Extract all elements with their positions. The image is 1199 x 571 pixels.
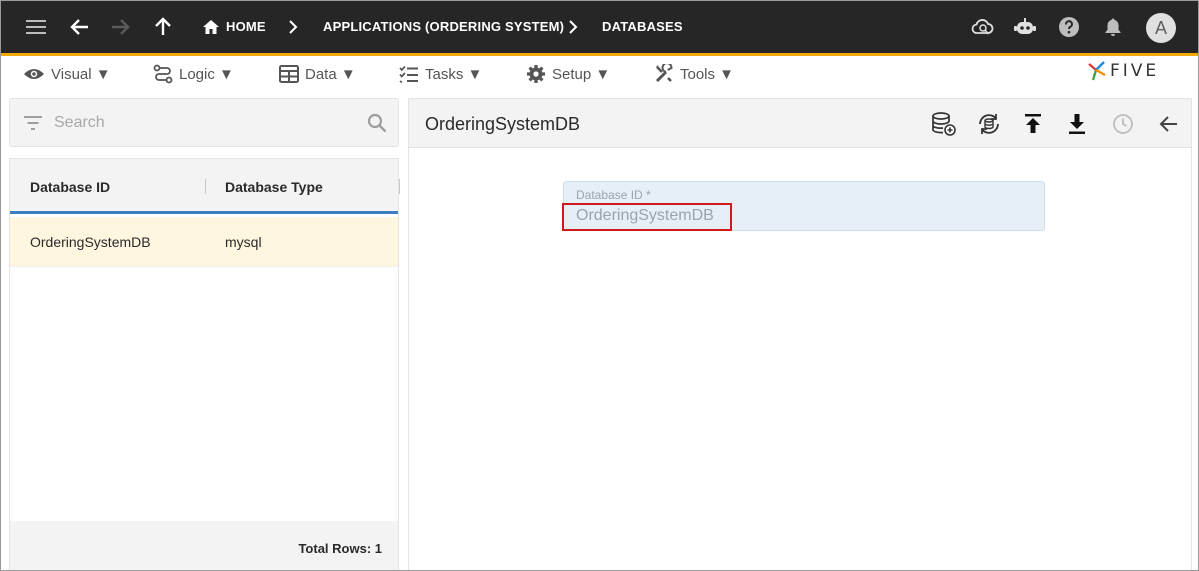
table-icon bbox=[279, 65, 299, 83]
history-clock-icon bbox=[1110, 111, 1136, 137]
breadcrumb-chevron-icon bbox=[559, 13, 587, 41]
menu-logic[interactable]: Logic ▼ bbox=[153, 63, 234, 85]
forward-arrow-icon bbox=[106, 13, 134, 41]
menu-tasks[interactable]: Tasks ▼ bbox=[399, 63, 482, 85]
upload-icon[interactable] bbox=[1020, 111, 1046, 137]
close-back-arrow-icon[interactable] bbox=[1156, 111, 1182, 137]
user-avatar[interactable]: A bbox=[1146, 13, 1176, 43]
menu-bar: Visual ▼ Logic ▼ Data ▼ Tasks ▼ Setup ▼ … bbox=[1, 56, 1198, 92]
database-list: Database ID Database Type OrderingSystem… bbox=[9, 158, 400, 570]
database-add-icon[interactable] bbox=[931, 111, 957, 137]
column-separator bbox=[205, 179, 206, 194]
cell-database-type: mysql bbox=[225, 234, 262, 250]
detail-panel: OrderingSystemDB Database ID * OrderingS… bbox=[408, 98, 1192, 570]
list-header: Database ID Database Type bbox=[10, 159, 400, 214]
database-id-value[interactable]: OrderingSystemDB bbox=[562, 203, 732, 231]
column-header-database-type[interactable]: Database Type bbox=[225, 179, 323, 195]
logo-text: FIVE bbox=[1110, 61, 1160, 81]
top-bar: HOME APPLICATIONS (ORDERING SYSTEM) DATA… bbox=[1, 1, 1198, 53]
menu-data-label: Data ▼ bbox=[305, 65, 356, 83]
checklist-icon bbox=[399, 65, 418, 83]
menu-logic-label: Logic ▼ bbox=[179, 65, 234, 83]
database-id-field[interactable]: Database ID * OrderingSystemDB bbox=[562, 181, 1045, 231]
filter-icon[interactable] bbox=[23, 115, 43, 131]
robot-assistant-icon[interactable] bbox=[1011, 13, 1039, 41]
breadcrumb-home[interactable]: HOME bbox=[226, 19, 266, 34]
download-icon[interactable] bbox=[1064, 111, 1090, 137]
search-placeholder: Search bbox=[54, 114, 105, 131]
column-header-database-id[interactable]: Database ID bbox=[30, 179, 110, 195]
help-icon[interactable] bbox=[1055, 13, 1083, 41]
search-box[interactable]: Search bbox=[9, 98, 399, 147]
database-id-label: Database ID * bbox=[576, 188, 651, 202]
tools-icon bbox=[655, 64, 673, 83]
back-arrow-icon[interactable] bbox=[66, 13, 94, 41]
menu-setup[interactable]: Setup ▼ bbox=[526, 63, 610, 85]
notifications-bell-icon[interactable] bbox=[1099, 13, 1127, 41]
menu-tools[interactable]: Tools ▼ bbox=[654, 63, 734, 85]
search-icon[interactable] bbox=[367, 113, 387, 133]
app-window: HOME APPLICATIONS (ORDERING SYSTEM) DATA… bbox=[0, 0, 1199, 571]
up-arrow-icon[interactable] bbox=[149, 13, 177, 41]
five-logo: FIVE bbox=[1087, 60, 1159, 82]
menu-data[interactable]: Data ▼ bbox=[279, 63, 356, 85]
home-icon[interactable] bbox=[197, 13, 225, 41]
breadcrumb-chevron-icon bbox=[279, 13, 307, 41]
column-separator bbox=[399, 179, 400, 194]
gear-icon bbox=[527, 65, 545, 83]
breadcrumb-applications[interactable]: APPLICATIONS (ORDERING SYSTEM) bbox=[323, 19, 564, 34]
database-refresh-icon[interactable] bbox=[976, 111, 1002, 137]
total-rows: Total Rows: 1 bbox=[298, 541, 382, 556]
menu-visual[interactable]: Visual ▼ bbox=[23, 63, 111, 85]
cloud-sync-icon[interactable] bbox=[968, 13, 996, 41]
menu-tools-label: Tools ▼ bbox=[680, 65, 735, 83]
table-row[interactable]: OrderingSystemDB mysql bbox=[10, 217, 398, 267]
detail-title: OrderingSystemDB bbox=[425, 114, 581, 134]
detail-header: OrderingSystemDB bbox=[409, 99, 1191, 148]
breadcrumb-databases: DATABASES bbox=[602, 19, 683, 34]
eye-icon bbox=[24, 69, 44, 79]
list-footer: Total Rows: 1 bbox=[10, 521, 398, 570]
cell-database-id: OrderingSystemDB bbox=[30, 234, 151, 250]
hamburger-menu-icon[interactable] bbox=[22, 13, 50, 41]
menu-tasks-label: Tasks ▼ bbox=[425, 65, 483, 83]
flow-icon bbox=[153, 64, 173, 84]
menu-visual-label: Visual ▼ bbox=[51, 65, 111, 83]
menu-setup-label: Setup ▼ bbox=[552, 65, 611, 83]
